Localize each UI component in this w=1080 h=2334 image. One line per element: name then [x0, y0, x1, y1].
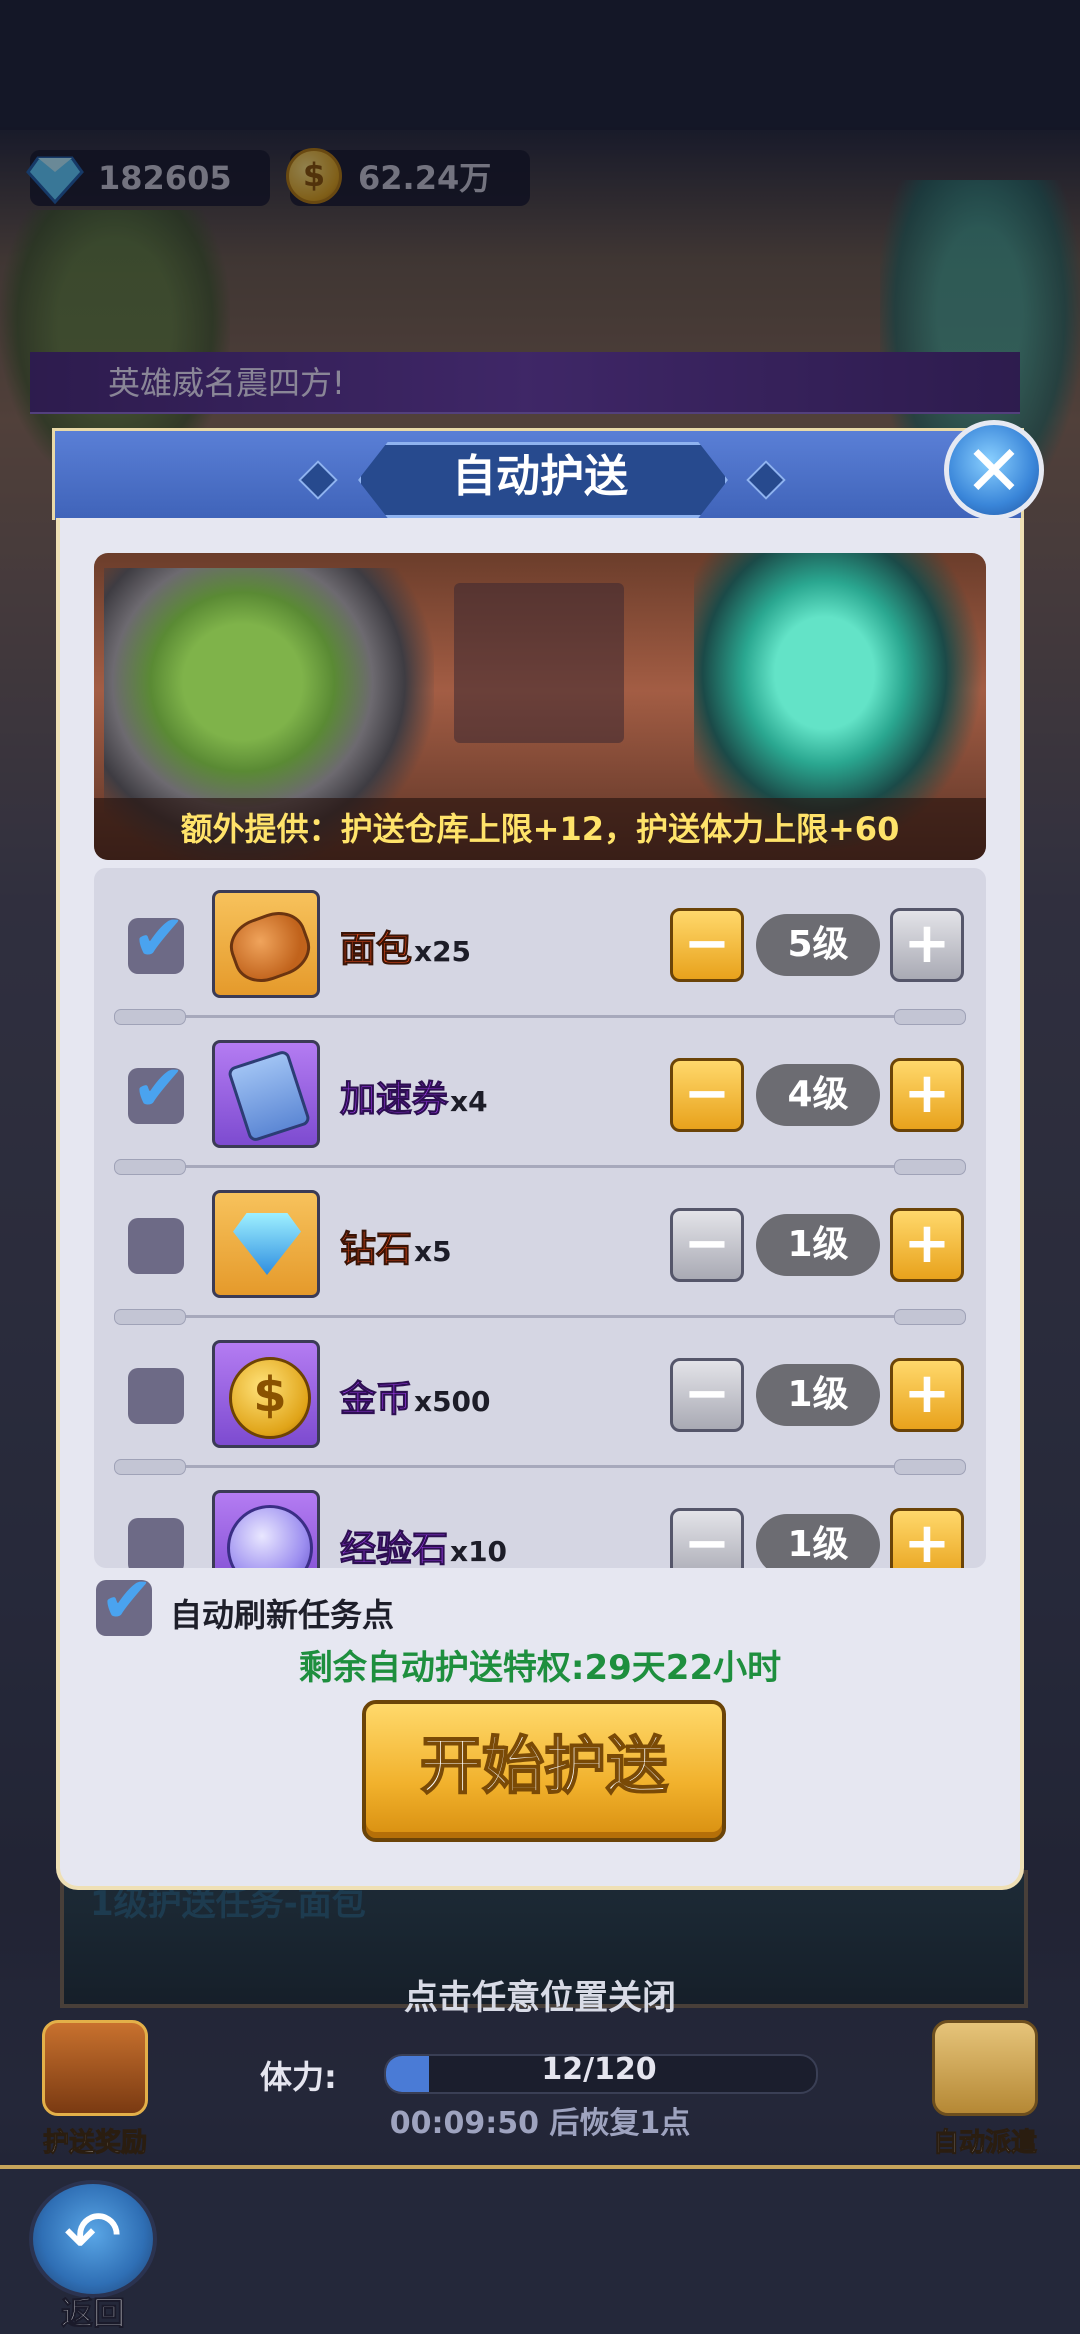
item-icon-frame [212, 1190, 320, 1298]
footer-bar [0, 2165, 1080, 2334]
close-hint: 点击任意位置关闭 [404, 1978, 676, 2018]
item-checkbox[interactable]: ✔ [128, 1052, 186, 1126]
bonus-text: 额外提供：护送仓库上限+12，护送体力上限+60 [94, 798, 986, 860]
scroll-icon [226, 1049, 312, 1143]
auto-dispatch-label: 自动派遣 [932, 2128, 1037, 2159]
item-qty: x25 [414, 935, 472, 968]
orb-icon [227, 1505, 313, 1568]
hero-banner: 额外提供：护送仓库上限+12，护送体力上限+60 [94, 553, 986, 860]
list-item: 经验石x10 − 1级 + [94, 1468, 986, 1568]
back-arrow-icon: ↶ [29, 2180, 157, 2298]
item-checkbox[interactable] [128, 1218, 184, 1274]
item-icon-frame [212, 890, 320, 998]
back-button[interactable]: ↶ 返回 [28, 2180, 158, 2333]
item-name-text: 金币 [339, 1379, 413, 1421]
item-name-text: 经验石 [339, 1529, 449, 1569]
privilege-remaining: 剩余自动护送特权:29天22小时 [298, 1648, 782, 1688]
check-icon: ✔ [100, 1564, 154, 1638]
decrease-level-button[interactable]: − [670, 1508, 744, 1568]
auto-dispatch-button[interactable]: 自动派遣 [915, 2020, 1055, 2159]
close-x-icon: ✕ [964, 430, 1024, 512]
decrease-level-button[interactable]: − [670, 1208, 744, 1282]
stamina-label: 体力: [260, 2058, 337, 2096]
item-qty: x10 [450, 1535, 508, 1568]
decrease-level-button[interactable]: − [670, 1358, 744, 1432]
bread-icon [222, 903, 318, 991]
coin-icon: $ [229, 1357, 311, 1439]
item-icon-frame [212, 1040, 320, 1148]
item-qty: x4 [450, 1085, 488, 1118]
auto-refresh-label: 自动刷新任务点 [170, 1596, 395, 1634]
item-qty: x500 [414, 1385, 491, 1418]
modal-title: 自动护送 [452, 451, 628, 502]
item-checkbox[interactable] [128, 1368, 184, 1424]
item-name: 经验石x10 [339, 1520, 508, 1569]
increase-level-button[interactable]: + [890, 1508, 964, 1568]
increase-level-button[interactable]: + [890, 1358, 964, 1432]
item-name: 钻石x5 [339, 1220, 452, 1272]
close-button[interactable]: ✕ [944, 420, 1044, 520]
item-checkbox[interactable]: ✔ [128, 902, 186, 976]
diamond-icon [233, 1213, 301, 1275]
item-checkbox[interactable] [128, 1518, 184, 1568]
decrease-level-button[interactable]: − [670, 908, 744, 982]
check-icon: ✔ [132, 902, 186, 976]
item-name-text: 加速券 [339, 1079, 449, 1121]
item-name: 加速券x4 [339, 1070, 488, 1122]
item-qty: x5 [414, 1235, 452, 1268]
decrease-level-button[interactable]: − [670, 1058, 744, 1132]
list-item: ✔ 加速券x4 − 4级 + [94, 1018, 986, 1175]
level-value: 1级 [756, 1514, 880, 1568]
item-name: 金币x500 [339, 1370, 491, 1422]
increase-level-button[interactable]: + [890, 1208, 964, 1282]
list-item: 钻石x5 − 1级 + [94, 1168, 986, 1325]
back-label: 返回 [60, 2294, 125, 2333]
increase-level-button[interactable]: + [890, 1058, 964, 1132]
dispatch-scroll-icon [932, 2020, 1038, 2116]
level-value: 5级 [756, 914, 880, 976]
start-escort-button[interactable]: 开始护送 [362, 1700, 726, 1842]
auto-refresh-checkbox[interactable]: ✔ [96, 1564, 154, 1638]
item-name-text: 面包 [339, 929, 413, 971]
item-name-text: 钻石 [339, 1229, 413, 1271]
escort-item-list[interactable]: ✔ 面包x25 − 5级 + ✔ 加速券x4 − 4级 + 钻石x5 − 1级 … [94, 868, 986, 1568]
banner-window-art [454, 583, 624, 743]
item-icon-frame: $ [212, 1340, 320, 1448]
level-value: 4级 [756, 1064, 880, 1126]
stamina-value: 12/120 [541, 2052, 657, 2087]
item-name: 面包x25 [339, 920, 472, 972]
increase-level-button[interactable]: + [890, 908, 964, 982]
level-value: 1级 [756, 1214, 880, 1276]
list-item: $ 金币x500 − 1级 + [94, 1318, 986, 1475]
level-value: 1级 [756, 1364, 880, 1426]
item-icon-frame [212, 1490, 320, 1568]
check-icon: ✔ [132, 1052, 186, 1126]
list-item: ✔ 面包x25 − 5级 + [94, 868, 986, 1025]
